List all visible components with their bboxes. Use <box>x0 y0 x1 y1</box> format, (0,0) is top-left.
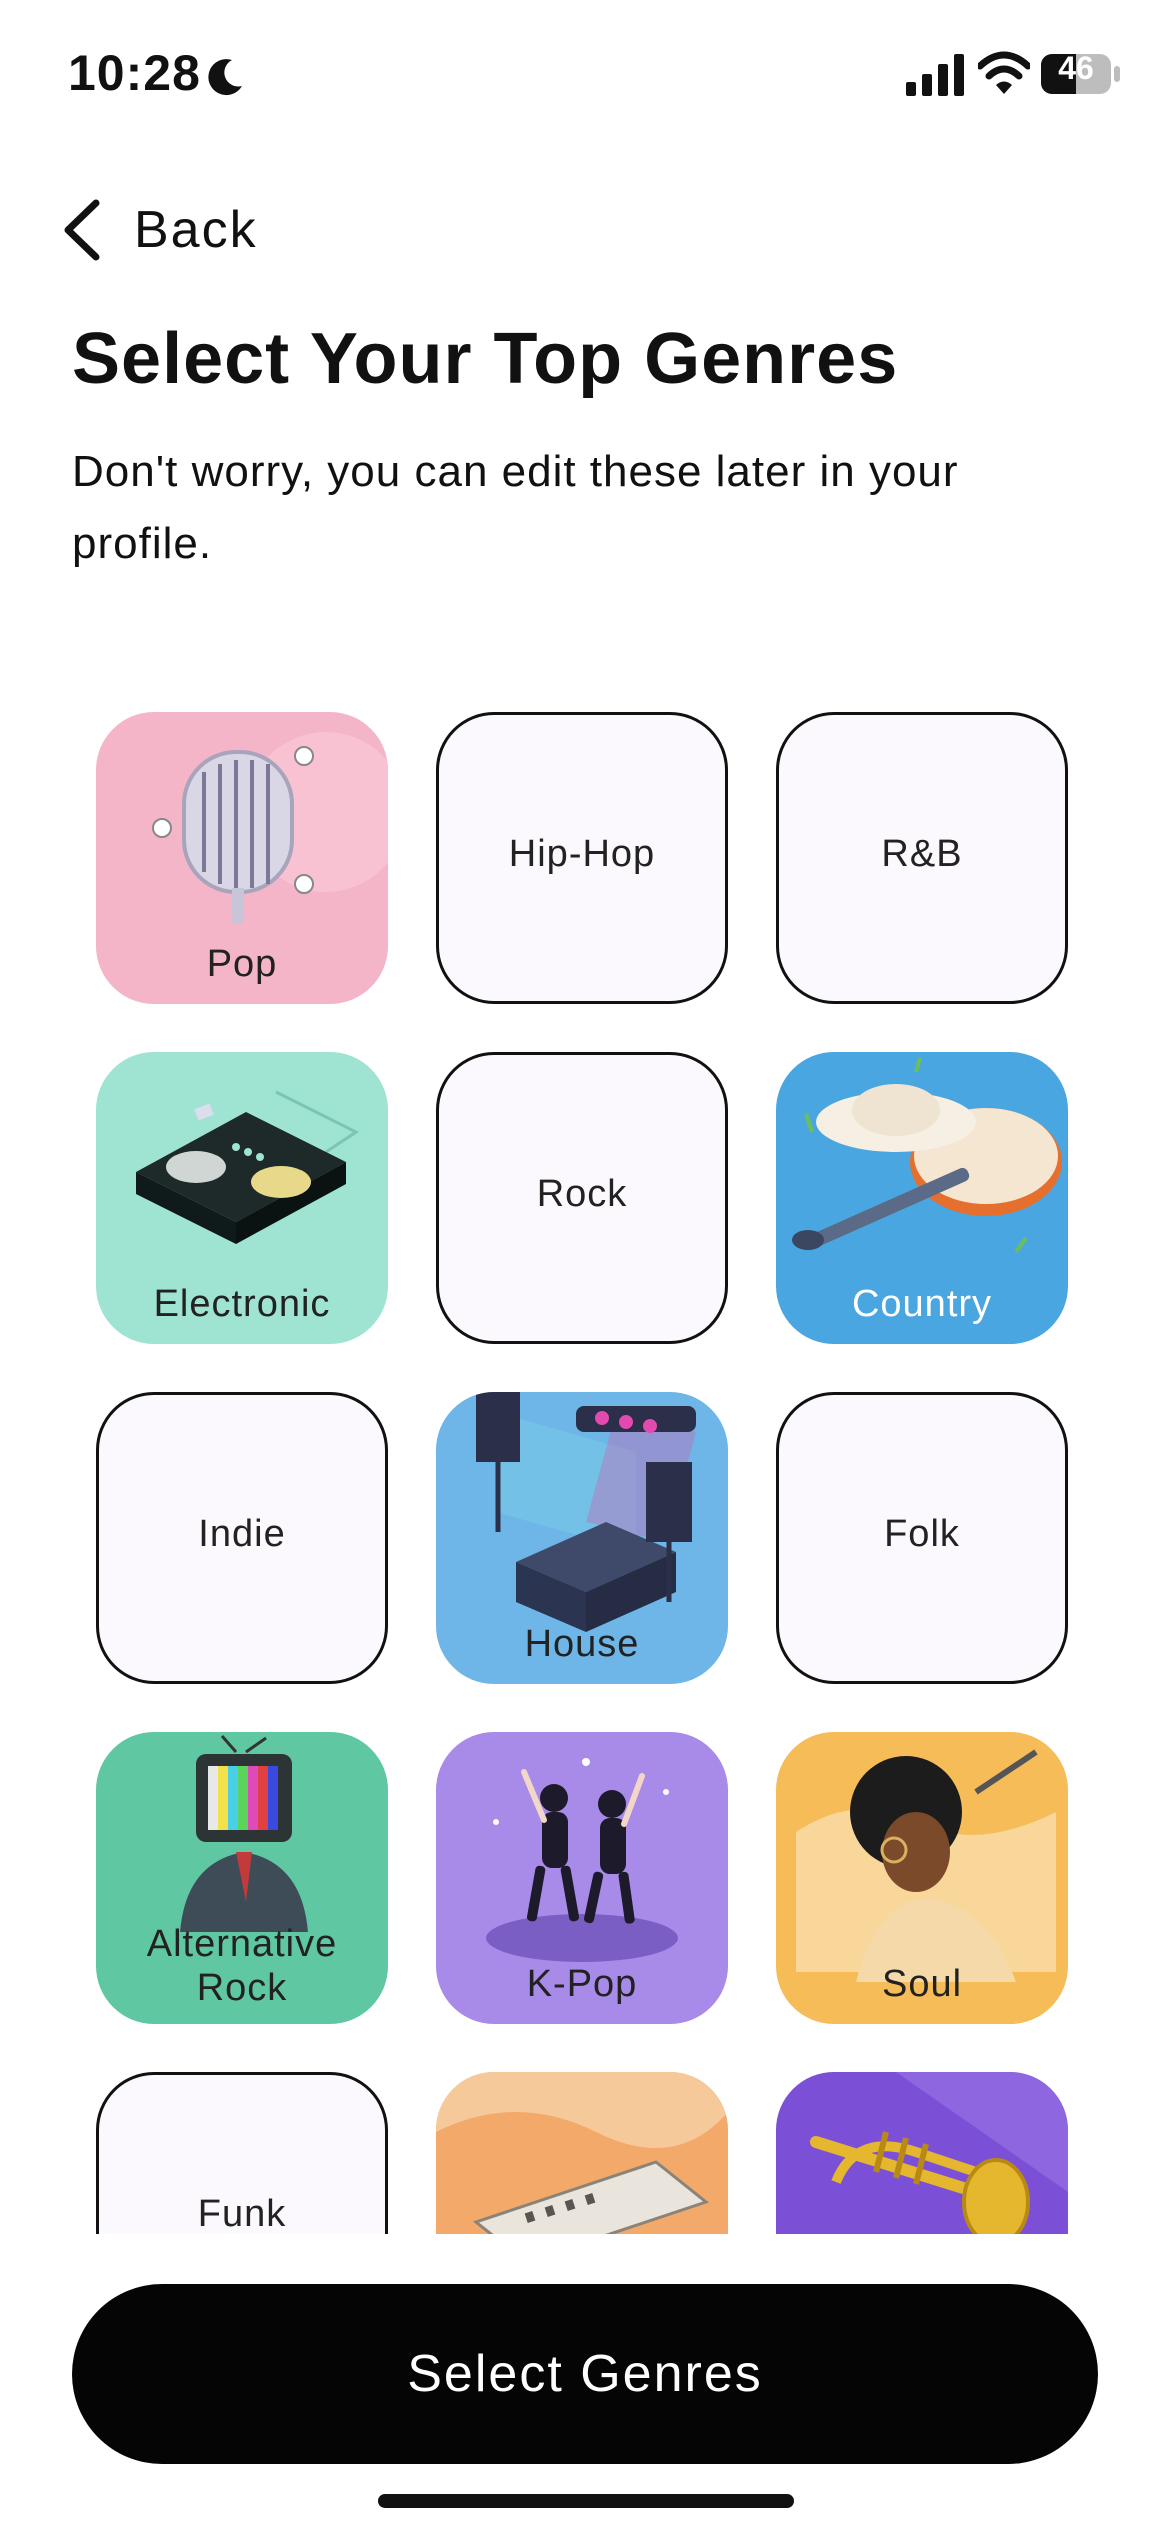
genre-tile-indie[interactable]: Indie <box>96 1392 388 1684</box>
genre-label: Folk <box>884 1513 960 1555</box>
back-label: Back <box>134 201 258 259</box>
page-title: Select Your Top Genres <box>72 319 899 399</box>
genre-label: Electronic <box>153 1283 331 1325</box>
home-indicator[interactable] <box>378 2494 794 2508</box>
genre-label: Funk <box>197 2193 287 2234</box>
genre-tile-electronic[interactable]: Electronic <box>96 1052 388 1344</box>
genre-label: Alternative Rock <box>146 1923 338 2009</box>
moon-icon <box>208 59 242 96</box>
chevron-left-icon <box>64 199 100 261</box>
genre-tile-folk[interactable]: Folk <box>776 1392 1068 1684</box>
genre-tile-pop[interactable]: Pop <box>96 712 388 1004</box>
genre-label: Pop <box>206 943 278 985</box>
genre-tile-alternative-rock[interactable]: Alternative Rock <box>96 1732 388 2024</box>
genre-tile-funk[interactable]: Funk <box>96 2072 388 2234</box>
genre-tile-rnb[interactable]: R&B <box>776 712 1068 1004</box>
harmonica-illustration-icon <box>436 2072 728 2234</box>
signal-icon <box>906 54 964 96</box>
genre-tile-rock[interactable]: Rock <box>436 1052 728 1344</box>
genre-label: K-Pop <box>526 1963 638 2005</box>
genre-tile-house[interactable]: House <box>436 1392 728 1684</box>
genre-label: Soul <box>881 1963 963 2005</box>
genre-label: Indie <box>198 1513 286 1555</box>
genre-tile-k-pop[interactable]: K-Pop <box>436 1732 728 2024</box>
genre-label: Country <box>851 1283 993 1325</box>
wifi-icon <box>978 51 1030 94</box>
page-subtitle: Don't worry, you can edit these later in… <box>72 447 959 568</box>
back-button[interactable]: Back <box>60 190 258 270</box>
genre-label: Hip-Hop <box>508 833 656 875</box>
genre-tile-harmonica[interactable] <box>436 2072 728 2234</box>
genre-tile-soul[interactable]: Soul <box>776 1732 1068 2024</box>
status-bar: 10:28 46 <box>0 0 1170 150</box>
trumpet-illustration-icon <box>810 2072 1068 2234</box>
genre-label: Rock <box>536 1173 628 1215</box>
genre-label: R&B <box>881 833 963 875</box>
genre-grid: Pop Hip-Hop R&B Electronic Rock Country … <box>0 712 1170 2234</box>
battery-level: 46 <box>1058 50 1094 86</box>
status-time: 10:28 <box>68 45 201 101</box>
genre-tile-trumpet[interactable] <box>776 2072 1068 2234</box>
genre-label: House <box>524 1623 640 1665</box>
genre-tile-hip-hop[interactable]: Hip-Hop <box>436 712 728 1004</box>
select-genres-button[interactable]: Select Genres <box>72 2284 1098 2464</box>
genre-tile-country[interactable]: Country <box>776 1052 1068 1344</box>
